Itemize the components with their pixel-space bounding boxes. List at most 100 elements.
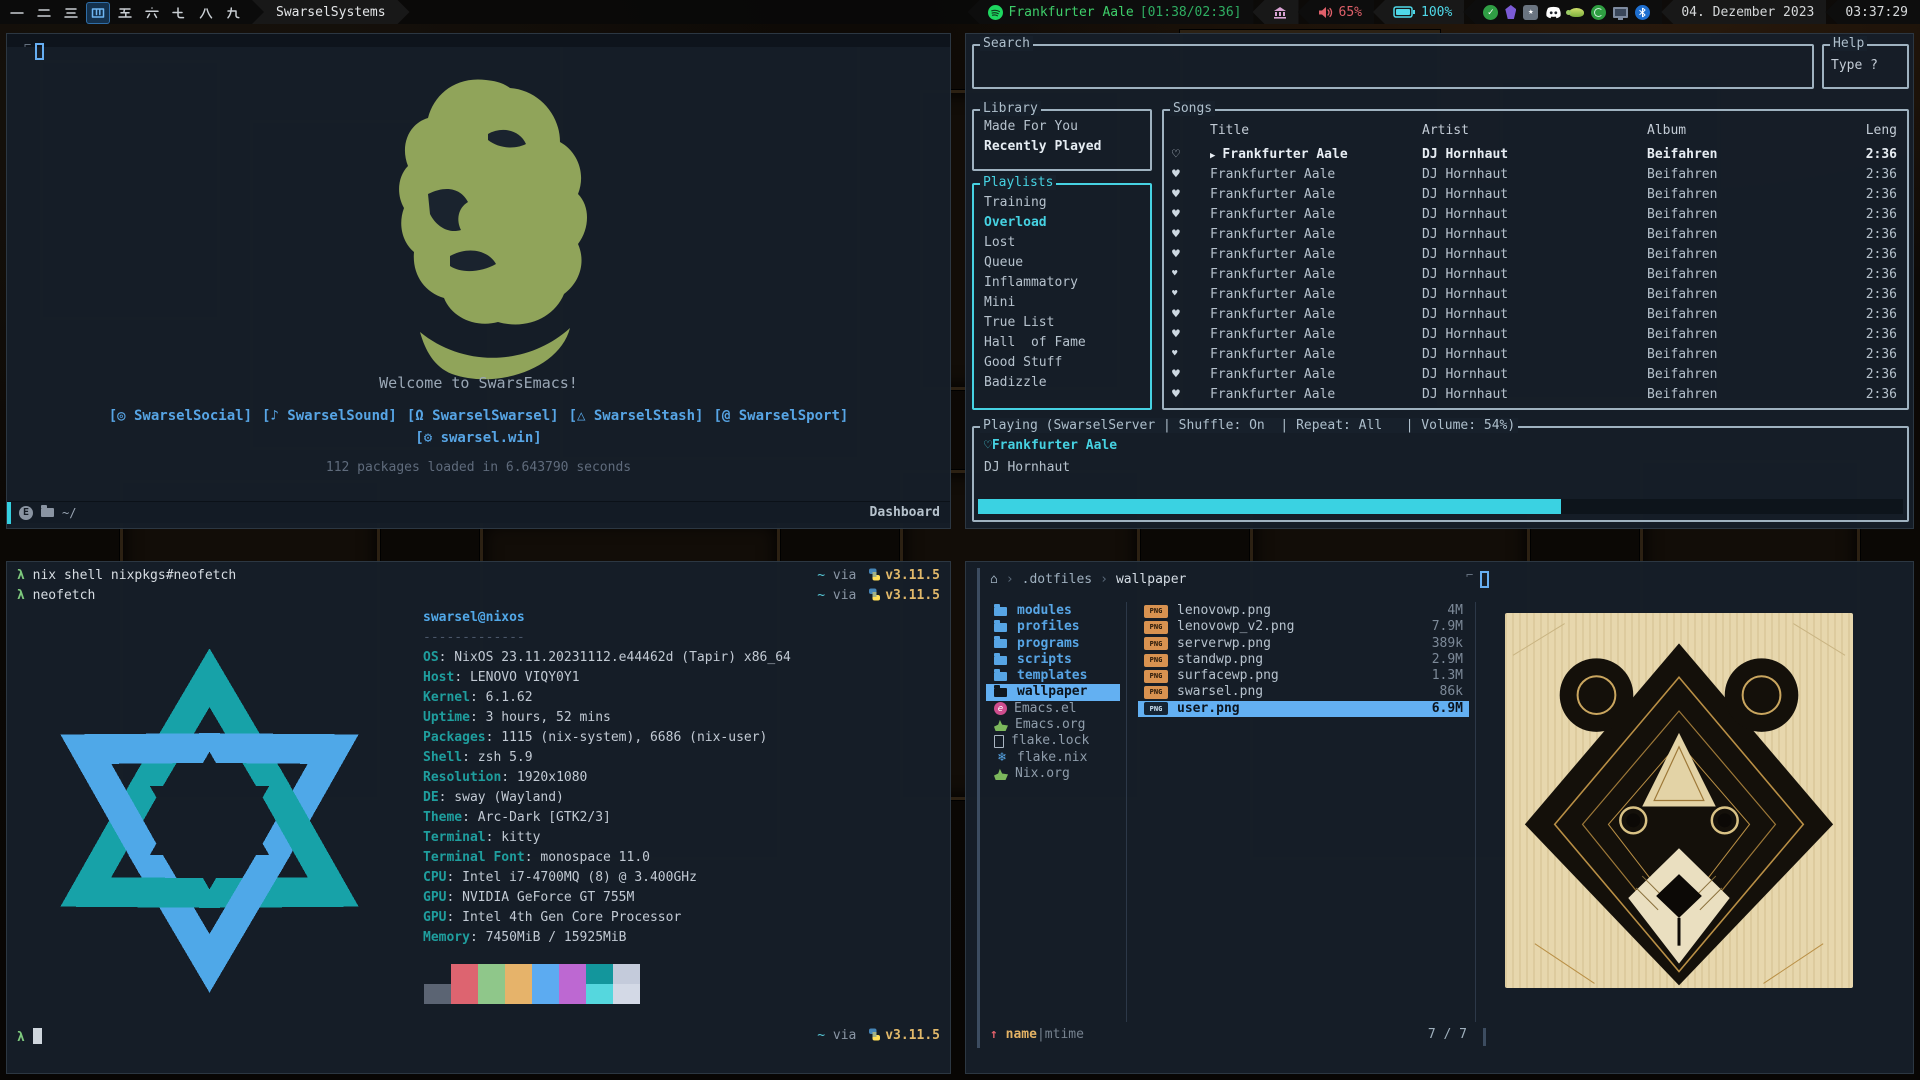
song-row[interactable]: ♥Frankfurter AaleDJ HornhautBeifahren2:3… <box>1172 204 1897 224</box>
heart-icon[interactable]: ♥ <box>1172 247 1210 262</box>
song-row[interactable]: ♥Frankfurter AaleDJ HornhautBeifahren2:3… <box>1172 364 1897 384</box>
breadcrumb[interactable]: ⌂›.dotfiles›wallpaper <box>990 572 1186 587</box>
turtle-tray-icon[interactable] <box>1569 8 1584 17</box>
heart-icon[interactable]: ♥ <box>1172 387 1210 402</box>
song-row[interactable]: ♥Frankfurter AaleDJ HornhautBeifahren2:3… <box>1172 384 1897 404</box>
song-row[interactable]: ♥Frankfurter AaleDJ HornhautBeifahren2:3… <box>1172 164 1897 184</box>
list-item-templates[interactable]: templates <box>986 668 1120 684</box>
workspace-8[interactable] <box>195 3 217 23</box>
playlist-item[interactable]: Badizzle <box>984 373 1144 393</box>
list-item-Emacs.el[interactable]: eEmacs.el <box>986 701 1120 717</box>
syncthing-icon[interactable] <box>1591 5 1606 20</box>
file-item-lenovowp_v2.png[interactable]: PNGlenovowp_v2.png7.9M <box>1138 619 1469 635</box>
music-player-window[interactable]: Search Help Type ? Library Made For YouR… <box>965 33 1914 529</box>
list-item-scripts[interactable]: scripts <box>986 652 1120 668</box>
song-row[interactable]: ♥Frankfurter AaleDJ HornhautBeifahren2:3… <box>1172 224 1897 244</box>
deck-module[interactable] <box>1253 0 1299 24</box>
list-item-Emacs.org[interactable]: Emacs.org <box>986 717 1120 733</box>
song-row[interactable]: ♥Frankfurter AaleDJ HornhautBeifahren2:3… <box>1172 244 1897 264</box>
battery-value: 100% <box>1421 5 1452 20</box>
heart-icon[interactable]: ♥ <box>1172 167 1210 182</box>
heart-icon[interactable]: ♥ <box>1172 349 1210 359</box>
gem-tray-icon[interactable] <box>1505 5 1516 19</box>
heart-icon[interactable]: ♥ <box>1172 207 1210 222</box>
emacs-window[interactable]: ⌐ Welcome to SwarsEmacs! [◎ SwarselSocia… <box>6 33 951 529</box>
dashboard-button-SwarselSound[interactable]: [♪ SwarselSound] <box>262 408 397 424</box>
file-name: surfacewp.png <box>1177 668 1279 684</box>
heart-icon[interactable]: ♥ <box>1172 289 1210 299</box>
bluetooth-icon[interactable] <box>1635 5 1650 20</box>
song-row[interactable]: ♡▶Frankfurter AaleDJ HornhautBeifahren2:… <box>1172 144 1897 164</box>
file-item-serverwp.png[interactable]: PNGserverwp.png389k <box>1138 636 1469 652</box>
playlist-item[interactable]: True List <box>984 313 1144 333</box>
volume-module[interactable]: 65% <box>1298 0 1374 24</box>
home-icon[interactable]: ⌂ <box>990 572 998 587</box>
playlist-item[interactable]: Training <box>984 193 1144 213</box>
workspace-7[interactable] <box>168 3 190 23</box>
heart-icon[interactable]: ♥ <box>1172 367 1210 382</box>
song-row[interactable]: ♥Frankfurter AaleDJ HornhautBeifahren2:3… <box>1172 184 1897 204</box>
heart-icon[interactable]: ♥ <box>1172 269 1210 279</box>
list-item-flake.nix[interactable]: ❄flake.nix <box>986 750 1120 766</box>
song-row[interactable]: ♥Frankfurter AaleDJ HornhautBeifahren2:3… <box>1172 264 1897 284</box>
dashboard-button-SwarselSocial[interactable]: [◎ SwarselSocial] <box>109 408 252 424</box>
dashboard-button-SwarselSwarsel[interactable]: [Ω SwarselSwarsel] <box>407 408 559 424</box>
playlist-item[interactable]: Queue <box>984 253 1144 273</box>
playlist-item[interactable]: Mini <box>984 293 1144 313</box>
discord-icon[interactable] <box>1545 6 1562 19</box>
sort-indicator[interactable]: ↑ name|mtime <box>990 1027 1084 1042</box>
check-tray-icon[interactable]: ✓ <box>1483 5 1498 20</box>
playlist-item[interactable]: Inflammatory <box>984 273 1144 293</box>
workspace-6[interactable] <box>141 3 163 23</box>
list-item-Nix.org[interactable]: Nix.org <box>986 766 1120 782</box>
list-item-flake.lock[interactable]: flake.lock <box>986 733 1120 749</box>
file-item-lenovowp.png[interactable]: PNGlenovowp.png4M <box>1138 603 1469 619</box>
file-item-swarsel.png[interactable]: PNGswarsel.png86k <box>1138 684 1469 700</box>
workspace-1[interactable] <box>6 3 28 23</box>
workspace-2[interactable] <box>33 3 55 23</box>
playlist-item[interactable]: Hall of Fame <box>984 333 1144 353</box>
song-artist: DJ Hornhaut <box>1422 347 1647 362</box>
list-item-modules[interactable]: modules <box>986 603 1120 619</box>
star-tray-icon[interactable]: ★ <box>1523 5 1538 20</box>
file-item-user.png[interactable]: PNGuser.png6.9M <box>1138 701 1469 717</box>
song-row[interactable]: ♥Frankfurter AaleDJ HornhautBeifahren2:3… <box>1172 324 1897 344</box>
song-row[interactable]: ♥Frankfurter AaleDJ HornhautBeifahren2:3… <box>1172 304 1897 324</box>
heart-icon[interactable]: ♥ <box>1172 187 1210 202</box>
heart-icon[interactable]: ♥ <box>1172 327 1210 342</box>
folder-icon <box>994 672 1007 681</box>
spotify-module[interactable]: Frankfurter Aale [01:38/02:36] <box>968 0 1254 24</box>
workspace-9[interactable] <box>222 3 244 23</box>
heart-icon[interactable]: ♥ <box>1172 227 1210 242</box>
list-item-programs[interactable]: programs <box>986 636 1120 652</box>
list-item-profiles[interactable]: profiles <box>986 619 1120 635</box>
search-box[interactable]: Search <box>972 44 1814 89</box>
shell-prompt[interactable]: λ <box>17 1028 42 1045</box>
terminal-window[interactable]: λ nix shell nixpkgs#neofetch ~ via v3.11… <box>6 561 951 1074</box>
file-manager-window[interactable]: ⌂›.dotfiles›wallpaper modulesprofilespro… <box>965 561 1914 1074</box>
dashboard-button-SwarselStash[interactable]: [△ SwarselStash] <box>569 408 704 424</box>
song-row[interactable]: ♥Frankfurter AaleDJ HornhautBeifahren2:3… <box>1172 344 1897 364</box>
playlist-item[interactable]: Overload <box>984 213 1144 233</box>
display-icon[interactable] <box>1613 7 1628 18</box>
heart-icon[interactable]: ♥ <box>1172 307 1210 322</box>
progress-bar[interactable] <box>978 499 1903 514</box>
workspace-3[interactable] <box>60 3 82 23</box>
file-item-standwp.png[interactable]: PNGstandwp.png2.9M <box>1138 652 1469 668</box>
dashboard-button-SwarselSport[interactable]: [@ SwarselSport] <box>713 408 848 424</box>
workspace-4[interactable] <box>87 3 109 23</box>
heart-icon[interactable]: ♡ <box>1172 147 1210 162</box>
file-item-surfacewp.png[interactable]: PNGsurfacewp.png1.3M <box>1138 668 1469 684</box>
song-row[interactable]: ♥Frankfurter AaleDJ HornhautBeifahren2:3… <box>1172 284 1897 304</box>
song-album: Beifahren <box>1647 147 1825 162</box>
list-item-wallpaper[interactable]: wallpaper <box>986 684 1120 700</box>
library-item[interactable]: Recently Played <box>984 137 1144 157</box>
playlist-item[interactable]: Good Stuff <box>984 353 1144 373</box>
site-link[interactable]: [⚙ swarsel.win] <box>7 430 950 446</box>
song-length: 2:36 <box>1825 267 1897 282</box>
playlist-item[interactable]: Lost <box>984 233 1144 253</box>
battery-module[interactable]: 100% <box>1373 0 1464 24</box>
library-item[interactable]: Made For You <box>984 117 1144 137</box>
workspace-5[interactable] <box>114 3 136 23</box>
bear-artwork <box>1505 613 1853 988</box>
